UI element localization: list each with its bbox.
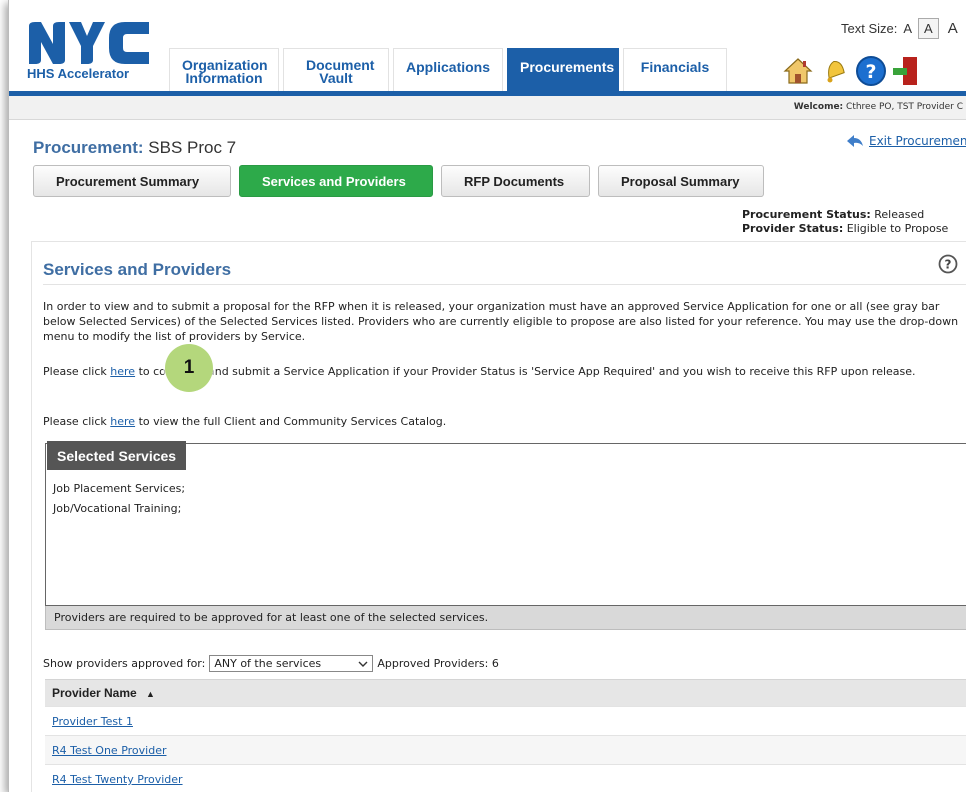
subtab-label: Proposal Summary: [621, 173, 740, 189]
selected-services-header: Selected Services: [47, 441, 187, 470]
subtab-proposal-summary[interactable]: Proposal Summary: [598, 165, 764, 197]
logout-icon[interactable]: [893, 55, 919, 87]
text-size-large-button[interactable]: A: [943, 18, 963, 39]
welcome-user: Cthree PO, TST Provider C: [846, 102, 963, 112]
step-callout-badge: 1: [165, 344, 213, 392]
column-header-label: Provider Name: [52, 686, 137, 700]
subtab-procurement-summary[interactable]: Procurement Summary: [33, 165, 231, 197]
svg-text:?: ?: [865, 61, 876, 83]
providers-table-body: Provider Test 1 R4 Test One Provider R4 …: [45, 706, 966, 792]
provider-link[interactable]: R4 Test One Provider: [52, 744, 166, 757]
section-help-icon[interactable]: ?: [938, 254, 958, 274]
table-row: R4 Test Twenty Provider: [45, 764, 966, 792]
back-arrow-icon: [847, 135, 863, 147]
text-size-label: Text Size:: [841, 21, 898, 36]
procurement-status-label: Procurement Status:: [742, 208, 871, 221]
selected-services-list: Job Placement Services; Job/Vocational T…: [53, 479, 185, 519]
subtab-label: Services and Providers: [262, 173, 406, 189]
provider-filter: Show providers approved for: ANY of the …: [43, 655, 499, 672]
notification-bell-icon[interactable]: [819, 56, 849, 86]
nav-tab-label: Procurements: [520, 59, 615, 75]
logo-subtitle: HHS Accelerator: [27, 66, 130, 81]
header-icons: ?: [783, 55, 919, 87]
welcome-label: Welcome:: [793, 102, 844, 112]
table-row: R4 Test One Provider: [45, 735, 966, 764]
services-catalog-link[interactable]: here: [110, 415, 135, 428]
provider-name-column-header[interactable]: Provider Name ▲: [45, 679, 966, 706]
text-size-control: Text Size: A A A: [841, 18, 963, 39]
nav-tab-procurements[interactable]: Procurements: [507, 48, 619, 91]
instruction-text: to view the full Client and Community Se…: [135, 415, 447, 428]
selected-service-item: Job Placement Services;: [53, 482, 186, 495]
selected-service-item: Job/Vocational Training;: [53, 502, 182, 515]
procurement-subtabs: Procurement Summary Services and Provide…: [33, 165, 764, 197]
procurement-status-value: Released: [874, 208, 925, 221]
provider-link[interactable]: Provider Test 1: [52, 715, 133, 728]
subtab-services-and-providers[interactable]: Services and Providers: [239, 165, 433, 197]
nav-tab-financials[interactable]: Financials: [623, 48, 727, 91]
exit-procurement-link[interactable]: Exit Procurement: [847, 134, 966, 148]
services-filter-select[interactable]: ANY of the services: [209, 655, 374, 672]
approved-providers-count: Approved Providers: 6: [377, 657, 499, 670]
nav-tab-document-vault[interactable]: Document Vault: [283, 48, 389, 91]
nav-tab-organization-information[interactable]: Organization Information: [169, 48, 279, 91]
exit-procurement-label: Exit Procurement: [869, 134, 966, 148]
text-size-small-button[interactable]: A: [901, 19, 914, 38]
text-size-medium-button[interactable]: A: [918, 18, 939, 39]
filter-selected-value: ANY of the services: [214, 657, 322, 670]
subtab-label: Procurement Summary: [56, 173, 200, 189]
chevron-down-icon: [358, 661, 368, 667]
section-divider: [43, 284, 966, 285]
procurement-title: Procurement: SBS Proc 7: [33, 138, 236, 158]
procurement-title-value: SBS Proc 7: [148, 138, 237, 157]
service-application-link[interactable]: here: [110, 365, 135, 378]
nyc-logo[interactable]: HHS Accelerator: [23, 22, 153, 92]
app-window: HHS Accelerator Text Size: A A A Organiz…: [8, 0, 966, 792]
nav-tab-label: Financials: [640, 59, 710, 75]
provider-status-label: Provider Status:: [742, 222, 844, 235]
procurement-title-label: Procurement:: [33, 138, 144, 157]
nav-tab-applications[interactable]: Applications: [393, 48, 503, 91]
svg-text:?: ?: [945, 258, 952, 272]
status-block: Procurement Status: Released Provider St…: [742, 208, 948, 236]
nav-tab-label: Document Vault: [306, 57, 375, 86]
site-header: HHS Accelerator Text Size: A A A Organiz…: [9, 0, 966, 120]
nav-tab-label: Applications: [406, 59, 491, 75]
requirement-note-bar: Providers are required to be approved fo…: [45, 606, 966, 630]
nyc-logo-mark: [29, 22, 149, 64]
help-icon[interactable]: ?: [855, 55, 887, 87]
section-title: Services and Providers: [43, 260, 232, 279]
subtab-rfp-documents[interactable]: RFP Documents: [441, 165, 590, 197]
provider-link[interactable]: R4 Test Twenty Provider: [52, 773, 183, 786]
intro-paragraph: In order to view and to submit a proposa…: [43, 300, 959, 343]
main-nav: Organization Information Document Vault …: [169, 48, 727, 91]
provider-status-value: Eligible to Propose: [846, 222, 949, 235]
welcome-bar: Welcome: Cthree PO, TST Provider C: [9, 96, 966, 120]
catalog-instructions: Please click here to view the full Clien…: [43, 414, 966, 429]
providers-table: Provider Name ▲ Provider Test 1 R4 Test …: [45, 679, 966, 792]
instruction-text: Please click: [43, 415, 111, 428]
table-row: Provider Test 1: [45, 706, 966, 735]
home-icon[interactable]: [783, 56, 813, 86]
instruction-text: Please click: [43, 365, 111, 378]
nav-tab-label: Organization Information: [182, 57, 268, 86]
filter-label: Show providers approved for:: [43, 657, 206, 670]
sort-ascending-icon: ▲: [146, 689, 155, 699]
instruction-text: to complete and submit a Service Applica…: [135, 365, 916, 378]
subtab-label: RFP Documents: [464, 173, 565, 189]
